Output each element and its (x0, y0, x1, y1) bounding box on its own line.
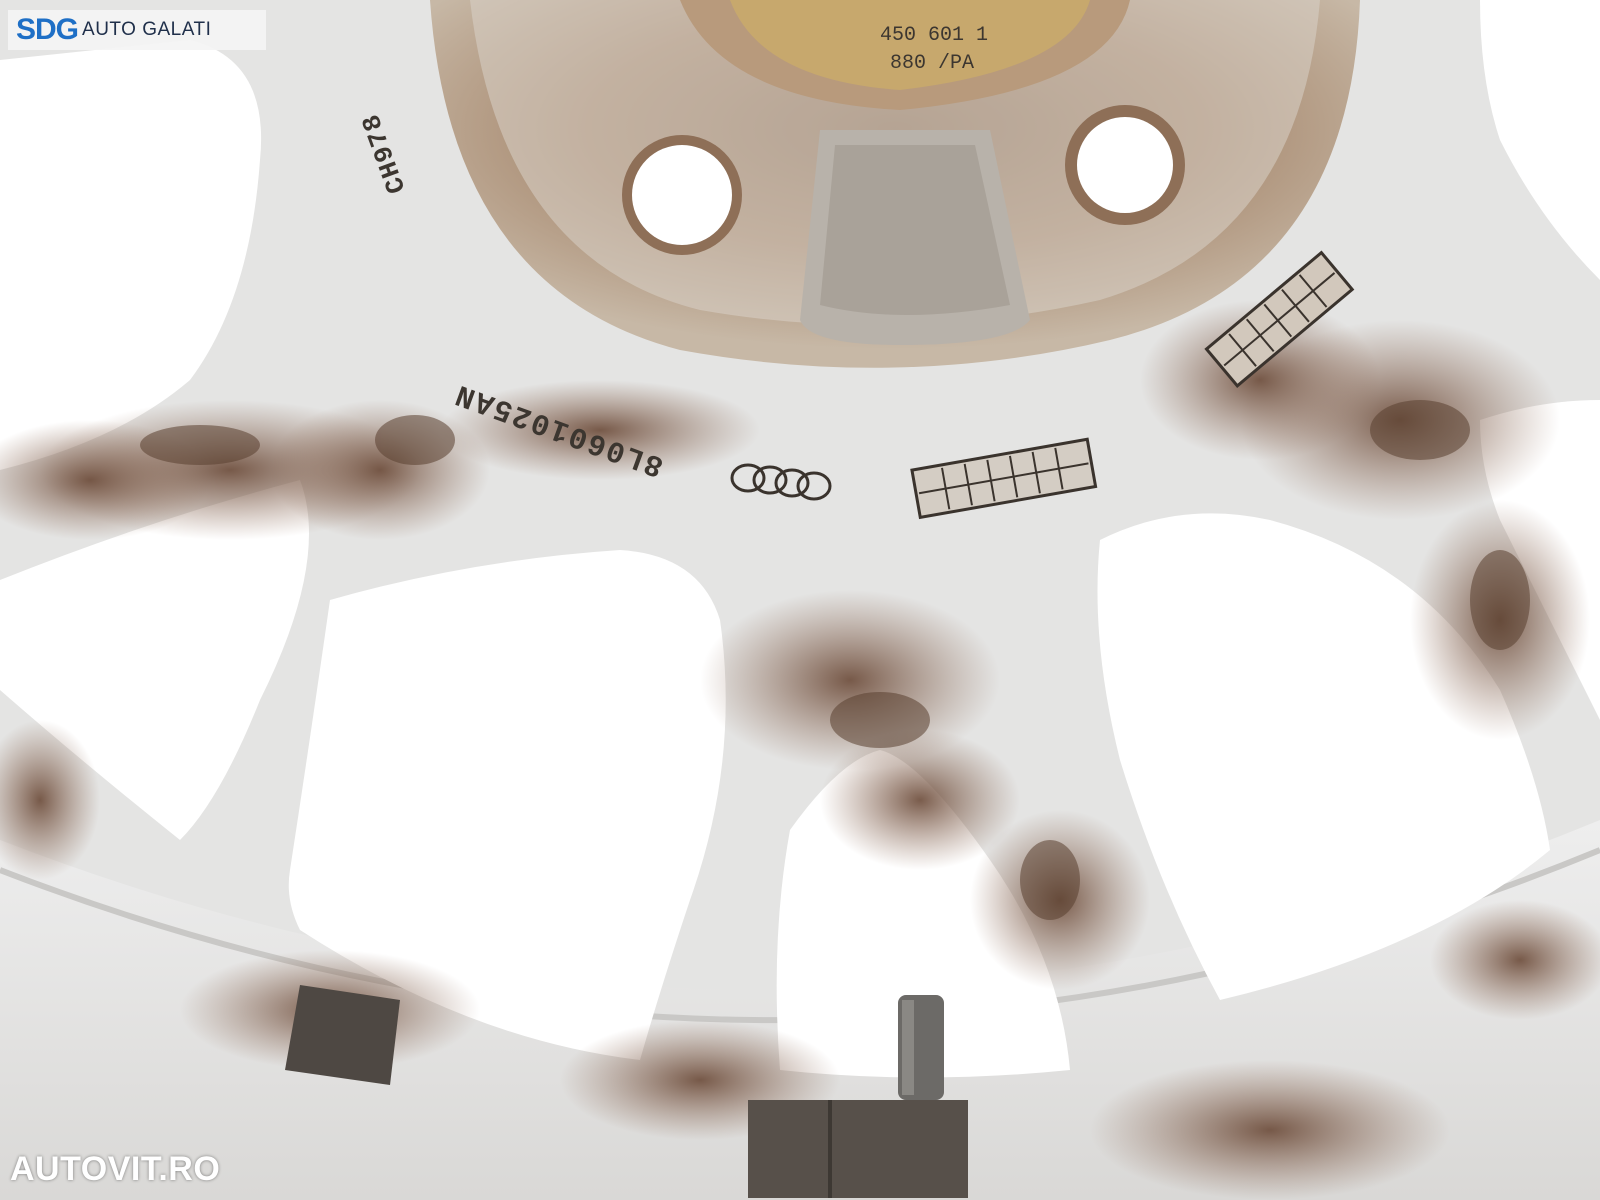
dealer-logo: SDG AUTO GALATI (8, 10, 266, 50)
logo-location: AUTO GALATI (82, 19, 212, 40)
hub-stamp-line1: 450 601 1 (880, 24, 988, 47)
hub-stamp-line2: 880 /PA (890, 52, 974, 75)
photo-stage: 450 601 1 880 /PA 8L0601025AN CH978 SDG … (0, 0, 1600, 1200)
logo-brand-mark: SDG (16, 13, 79, 46)
wheel-photo: 450 601 1 880 /PA 8L0601025AN CH978 (0, 0, 1600, 1200)
valve-stem (898, 995, 944, 1100)
site-watermark: AUTOVIT.RO (10, 1150, 221, 1188)
